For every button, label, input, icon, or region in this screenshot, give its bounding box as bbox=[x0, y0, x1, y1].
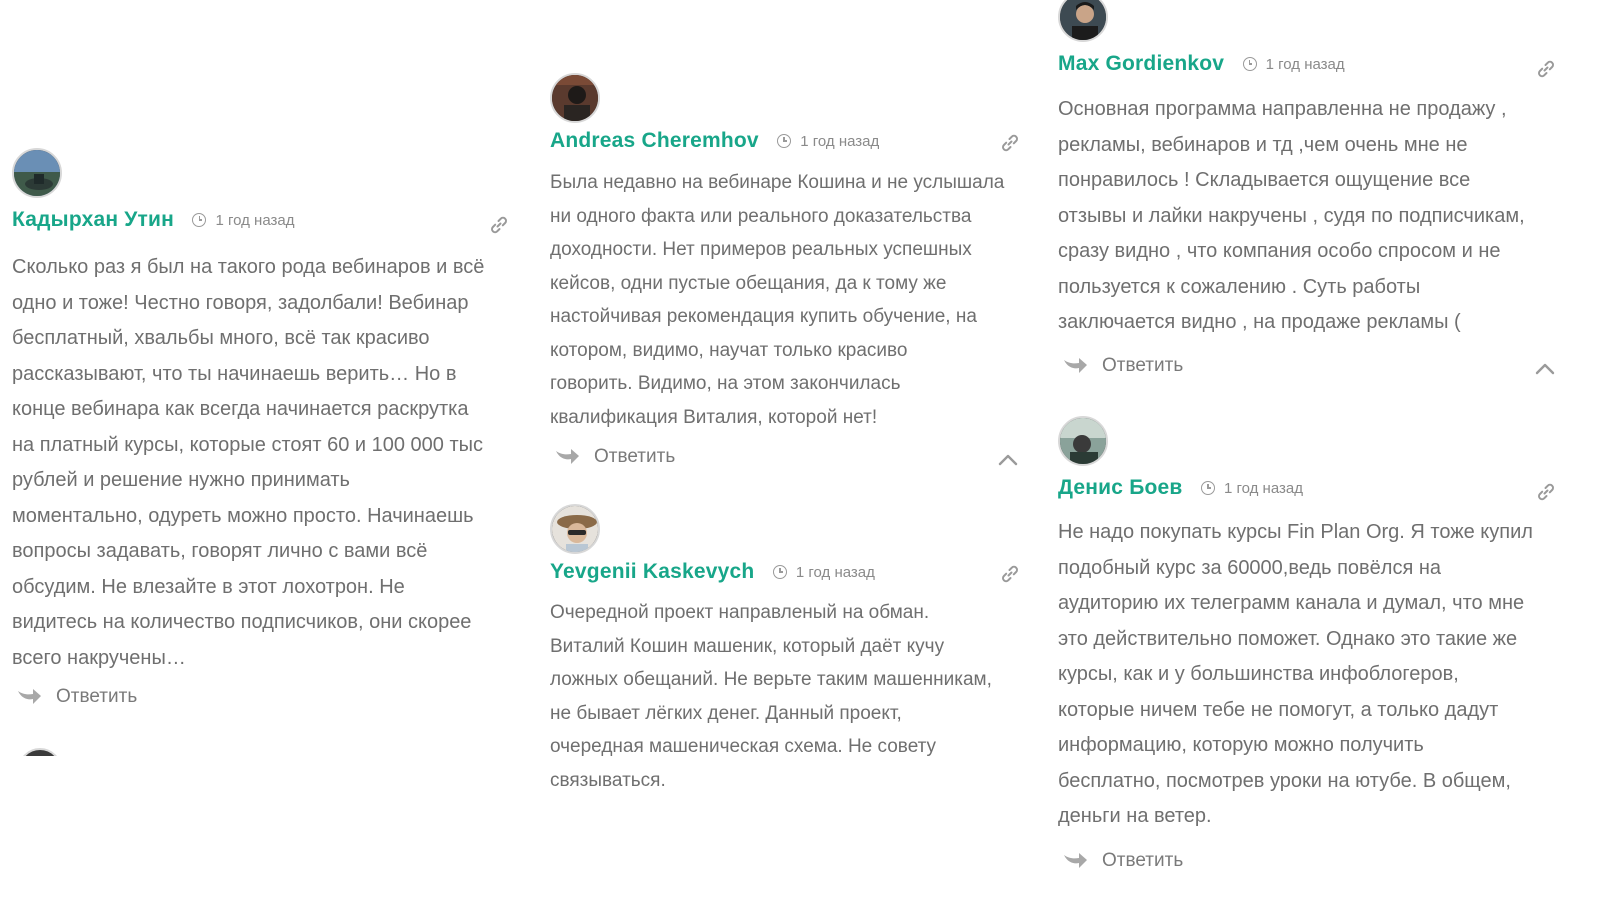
time-text: 1 год назад bbox=[1223, 479, 1303, 497]
reply-arrow-icon bbox=[556, 449, 579, 464]
comment-header: Max Gordienkov 1 год назад bbox=[1058, 52, 1345, 82]
comment-line: Сколько раз я был на такого рода вебинар… bbox=[12, 256, 485, 278]
reply-label: Ответить bbox=[1102, 355, 1184, 376]
comment-line: видитесь на количество подписчиков, они … bbox=[12, 611, 472, 633]
comment-line: конце вебинара как всегда начинается рас… bbox=[12, 398, 469, 420]
avatar[interactable] bbox=[550, 73, 600, 123]
comment-time: 1 год назад bbox=[772, 563, 875, 581]
link-icon[interactable] bbox=[1536, 59, 1556, 79]
comment-line: связываться. bbox=[550, 769, 666, 791]
comment-line: информацию, которую можно получить bbox=[1058, 734, 1424, 756]
collapse-chevron-icon[interactable] bbox=[997, 453, 1019, 467]
comment-line: всего накручены… bbox=[12, 646, 186, 669]
comment-line: моментально, одуреть можно просто. Начин… bbox=[12, 504, 474, 527]
comment-body: Была недавно на вебинаре Кошина и не усл… bbox=[550, 166, 1030, 434]
reply-arrow-icon bbox=[1064, 358, 1087, 373]
reply-arrow-icon bbox=[1064, 853, 1087, 868]
time-text: 1 год назад bbox=[1265, 55, 1345, 73]
author-name[interactable]: Max Gordienkov bbox=[1058, 52, 1224, 76]
comment-body: Очередной проект направленый на обман. В… bbox=[550, 596, 1030, 797]
comment-line: ложных обещаний. Не верьте таким машенни… bbox=[550, 669, 992, 690]
author-name[interactable]: Andreas Cheremhov bbox=[550, 129, 759, 153]
author-name[interactable]: Денис Боев bbox=[1058, 476, 1183, 500]
avatar[interactable] bbox=[1058, 416, 1108, 466]
comment-time: 1 год назад bbox=[192, 212, 294, 229]
comment-line: бесплатный, хвальбы много, всё так краси… bbox=[12, 327, 430, 349]
clock-icon bbox=[1200, 481, 1215, 495]
comment-line: обсудим. Не влезайте в этот лохотрон. Не bbox=[12, 575, 405, 598]
comment-line: Очередной проект направленый на обман. bbox=[550, 602, 930, 623]
comment-line: рекламы, вебинаров и тд ,чем очень мне н… bbox=[1058, 133, 1468, 156]
comment-body: Не надо покупать курсы Fin Plan Org. Я т… bbox=[1058, 515, 1568, 835]
comment-line: доходности. Нет примеров реальных успешн… bbox=[550, 239, 972, 260]
comment-line: курсы, как и у большинства инфоблогеров, bbox=[1058, 663, 1459, 685]
comment-time: 1 год назад bbox=[1242, 55, 1345, 73]
reply-label: Ответить bbox=[594, 446, 676, 467]
comment-line: квалификация Виталия, которой нет! bbox=[550, 406, 878, 428]
link-icon[interactable] bbox=[489, 215, 509, 235]
comment-line: которые ничем тебе не помогут, а только … bbox=[1058, 698, 1499, 721]
clock-icon bbox=[772, 565, 787, 579]
comment-line: понравилось ! Складывается ощущение все bbox=[1058, 169, 1471, 191]
collapse-chevron-icon[interactable] bbox=[1534, 362, 1556, 376]
time-text: 1 год назад bbox=[795, 563, 875, 581]
comment-header: Денис Боев 1 год назад bbox=[1058, 476, 1303, 506]
reply-button[interactable]: Ответить bbox=[16, 686, 137, 708]
comment-header: Yevgenii Kaskevych 1 год назад bbox=[550, 560, 875, 590]
comment-body: Сколько раз я был на такого рода вебинар… bbox=[12, 250, 512, 676]
comment-time: 1 год назад bbox=[1200, 479, 1303, 497]
avatar[interactable] bbox=[18, 748, 62, 756]
comment-line: деньги на ветер. bbox=[1058, 805, 1212, 827]
author-name[interactable]: Кадырхан Утин bbox=[12, 208, 174, 232]
comment-line: пользуется к сожалению . Суть работы bbox=[1058, 275, 1421, 298]
link-icon[interactable] bbox=[1000, 564, 1020, 584]
comment-line: бесплатно, посмотрев уроки на ютубе. В о… bbox=[1058, 769, 1511, 792]
comment-line: подобный курс за 60000,ведь повёлся на bbox=[1058, 556, 1442, 579]
comment-line: очередная машеническая схема. Не совету bbox=[550, 736, 937, 757]
comment-line: рублей и решение нужно принимать bbox=[12, 469, 350, 491]
reply-arrow-icon bbox=[18, 689, 41, 704]
comment-line: ни одного факта или реального доказатель… bbox=[550, 205, 972, 227]
clock-icon bbox=[777, 134, 792, 148]
time-text: 1 год назад bbox=[800, 132, 880, 150]
link-icon[interactable] bbox=[1000, 133, 1020, 153]
clock-icon bbox=[192, 213, 207, 227]
comment-line: заключается видно , на продаже рекламы ( bbox=[1058, 311, 1461, 333]
reply-label: Ответить bbox=[56, 686, 138, 707]
comment-line: отзывы и лайки накручены , судя по подпи… bbox=[1058, 204, 1525, 227]
comment-line: на платный курсы, которые стоят 60 и 100… bbox=[12, 433, 483, 456]
comment-line: кейсов, одни пустые обещания, да к тому … bbox=[550, 272, 947, 294]
comment-line: говорить. Видимо, на этом закончилась bbox=[550, 373, 901, 394]
reply-button[interactable]: Ответить bbox=[1062, 355, 1183, 377]
comment-line: одно и тоже! Честно говоря, задолбали! В… bbox=[12, 291, 469, 314]
comment-time: 1 год назад bbox=[777, 133, 879, 150]
comment-line: аудиторию их телеграмм канала и думал, ч… bbox=[1058, 592, 1525, 614]
comment-line: рассказывают, что ты начинаешь верить… Н… bbox=[12, 362, 457, 385]
avatar[interactable] bbox=[12, 148, 62, 198]
reply-label: Ответить bbox=[1102, 850, 1184, 871]
comment-line: Не надо покупать курсы Fin Plan Org. Я т… bbox=[1058, 521, 1533, 543]
avatar[interactable] bbox=[550, 504, 600, 554]
comment-header: Кадырхан Утин 1 год назад bbox=[12, 208, 294, 238]
avatar[interactable] bbox=[1058, 0, 1108, 42]
comment-line: это действительно поможет. Однако это та… bbox=[1058, 627, 1518, 650]
clock-icon bbox=[1242, 57, 1257, 71]
comment-line: котором, видимо, научат только красиво bbox=[550, 339, 908, 361]
reply-button[interactable]: Ответить bbox=[554, 446, 675, 468]
link-icon[interactable] bbox=[1536, 482, 1556, 502]
comment-line: сразу видно , что компания особо спросом… bbox=[1058, 240, 1501, 262]
time-text: 1 год назад bbox=[215, 211, 295, 229]
comment-line: настойчивая рекомендация купить обучение… bbox=[550, 306, 977, 327]
comment-header: Andreas Cheremhov 1 год назад bbox=[550, 129, 879, 159]
comment-line: не бывает лёгких денег. Данный проект, bbox=[550, 702, 902, 724]
author-name[interactable]: Yevgenii Kaskevych bbox=[550, 560, 754, 584]
comment-line: Виталий Кошин машеник, который даёт кучу bbox=[550, 635, 945, 657]
comment-line: вопросы задавать, говорят лично с вами в… bbox=[12, 540, 428, 562]
comment-body: Основная программа направленна не продаж… bbox=[1058, 92, 1568, 341]
reply-button[interactable]: Ответить bbox=[1062, 850, 1183, 872]
comment-line: Была недавно на вебинаре Кошина и не усл… bbox=[550, 172, 1005, 193]
comment-line: Основная программа направленна не продаж… bbox=[1058, 98, 1507, 120]
